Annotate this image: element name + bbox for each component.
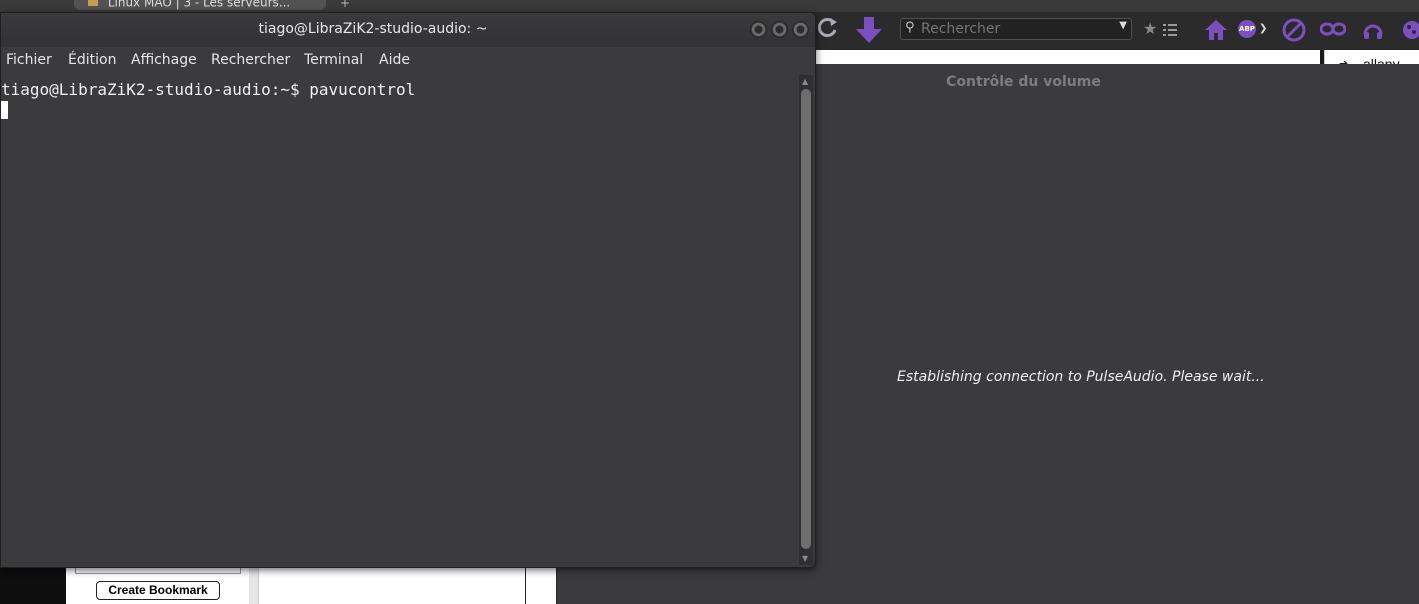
maximize-button[interactable] — [771, 21, 788, 38]
download-arrow-icon[interactable] — [853, 14, 885, 46]
magnifier-icon: ⚲ — [905, 20, 915, 35]
tab-favicon-icon — [88, 0, 98, 6]
search-input[interactable] — [921, 20, 1111, 38]
page-content-top — [810, 50, 1320, 64]
pavucontrol-status: Establishing connection to PulseAudio. P… — [897, 369, 1265, 385]
no-script-icon[interactable] — [1282, 18, 1306, 42]
minimize-button[interactable] — [750, 21, 767, 38]
terminal-output[interactable]: tiago@LibraZiK2-studio-audio:~$ pavucont… — [1, 75, 799, 567]
search-box[interactable]: ⚲ ▼ — [900, 18, 1132, 40]
close-button[interactable] — [792, 21, 809, 38]
terminal-scrollbar[interactable]: ▲ ▼ — [799, 75, 813, 565]
menu-rechercher[interactable]: Rechercher — [211, 52, 290, 68]
reload-icon[interactable] — [812, 14, 842, 44]
headphones-icon[interactable] — [1362, 19, 1384, 41]
terminal-window: tiago@LibraZiK2-studio-audio: ~ Fichier … — [0, 12, 816, 568]
terminal-title: tiago@LibraZiK2-studio-audio: ~ — [258, 21, 488, 37]
chevron-down-icon[interactable]: ❯ — [1259, 20, 1271, 38]
tab-title: Linux MAO | 3 - Les serveurs... — [107, 0, 291, 10]
menu-fichier[interactable]: Fichier — [6, 52, 52, 68]
scroll-down-icon[interactable]: ▼ — [802, 554, 808, 563]
menu-aide[interactable]: Aide — [379, 52, 410, 68]
create-bookmark-button[interactable]: Create Bookmark — [96, 581, 220, 600]
chevron-down-icon[interactable]: ▼ — [1119, 20, 1127, 31]
list-icon[interactable] — [1162, 22, 1180, 40]
scrollbar-thumb[interactable] — [801, 89, 811, 549]
menu-terminal[interactable]: Terminal — [304, 52, 363, 68]
terminal-titlebar[interactable]: tiago@LibraZiK2-studio-audio: ~ — [1, 13, 815, 47]
adblock-icon[interactable]: ABP — [1238, 20, 1256, 38]
terminal-cursor — [1, 101, 8, 119]
mask-icon[interactable] — [1319, 20, 1347, 40]
terminal-menubar: Fichier Édition Affichage Rechercher Ter… — [1, 47, 815, 75]
home-icon[interactable] — [1204, 18, 1228, 42]
star-icon[interactable]: ★ — [1143, 19, 1161, 39]
scroll-up-icon[interactable]: ▲ — [802, 77, 808, 86]
browser-tab[interactable]: Linux MAO | 3 - Les serveurs... ✕ — [74, 0, 326, 10]
terminal-prompt-line: tiago@LibraZiK2-studio-audio:~$ pavucont… — [1, 80, 416, 99]
menu-affichage[interactable]: Affichage — [131, 52, 197, 68]
new-tab-icon[interactable]: + — [340, 0, 350, 10]
extension-icon[interactable] — [1400, 18, 1419, 42]
menu-edition[interactable]: Édition — [68, 52, 116, 68]
